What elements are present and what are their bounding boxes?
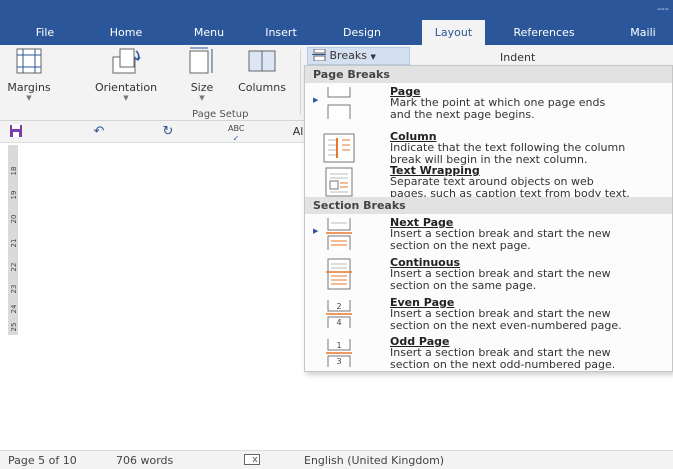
word-count[interactable]: 706 words xyxy=(116,454,173,467)
columns-button[interactable]: Columns xyxy=(232,47,292,94)
menu-item-description: Insert a section break and start the new… xyxy=(390,267,611,292)
ruler-number: 23 xyxy=(10,284,18,294)
language-indicator[interactable]: English (United Kingdom) xyxy=(304,454,444,467)
page-break-icon xyxy=(327,87,351,119)
orientation-chevron-icon: ▼ xyxy=(123,94,129,102)
section-breaks-header: Section Breaks xyxy=(305,197,672,214)
svg-text:1: 1 xyxy=(336,341,341,350)
next-page-marker-icon: ▶ xyxy=(313,227,319,235)
group-divider xyxy=(300,49,301,115)
margins-icon xyxy=(16,48,42,74)
svg-text:4: 4 xyxy=(336,318,341,327)
vertical-ruler: 18 19 20 21 22 23 24 25 xyxy=(0,143,24,443)
margins-label: Margins xyxy=(7,81,51,94)
menu-item-description: Insert a section break and start the new… xyxy=(390,346,616,371)
ruler-number: 20 xyxy=(10,214,18,224)
odd-page-break-icon: 1 3 xyxy=(326,339,352,367)
ribbon-tab-bar: File Home Menu Insert Design Layout Refe… xyxy=(0,20,673,45)
margins-chevron-icon: ▼ xyxy=(26,94,32,102)
columns-icon xyxy=(248,50,276,72)
tab-insert[interactable]: Insert xyxy=(254,20,308,45)
ruler-number: 21 xyxy=(10,238,18,248)
status-bar: Page 5 of 10 706 words English (United K… xyxy=(0,450,673,469)
svg-text:2: 2 xyxy=(336,302,341,311)
tab-layout[interactable]: Layout xyxy=(422,20,485,45)
tab-mailings[interactable]: Maili xyxy=(613,20,673,45)
next-page-break-icon xyxy=(326,218,352,250)
margins-button[interactable]: Margins ▼ xyxy=(6,47,52,102)
menu-item-next-page-break[interactable]: ▶ Next Page Insert a section break and s… xyxy=(305,215,672,260)
menu-item-page-break[interactable]: ▶ Page Mark the point at which one page … xyxy=(305,84,672,129)
size-chevron-icon: ▼ xyxy=(199,94,205,102)
menu-item-continuous-break[interactable]: Continuous Insert a section break and st… xyxy=(305,255,672,300)
orientation-button[interactable]: Orientation ▼ xyxy=(88,47,164,102)
spelling-icon[interactable]: ABC ✓ xyxy=(228,124,244,143)
ruler-number: 25 xyxy=(10,322,18,332)
indent-label: Indent xyxy=(500,51,536,64)
tab-design[interactable]: Design xyxy=(332,20,392,45)
columns-label: Columns xyxy=(238,81,286,94)
breaks-dropdown-menu: Page Breaks ▶ Page Mark the point at whi… xyxy=(304,65,673,372)
proofing-icon[interactable] xyxy=(244,454,260,468)
menu-item-description: Mark the point at which one page ends and… xyxy=(390,96,606,121)
breaks-label: Breaks xyxy=(329,49,367,62)
breaks-icon xyxy=(312,48,326,62)
size-button[interactable]: Size ▼ xyxy=(179,47,225,102)
page-setup-group-label: Page Setup xyxy=(192,109,249,120)
ruler-number: 19 xyxy=(10,190,18,200)
undo-icon[interactable]: ↶ xyxy=(91,124,107,140)
page-break-marker-icon: ▶ xyxy=(313,96,319,104)
even-page-break-icon: 2 4 xyxy=(326,300,352,328)
breaks-chevron-icon: ▼ xyxy=(370,53,376,61)
page-count[interactable]: Page 5 of 10 xyxy=(8,454,77,467)
orientation-label: Orientation xyxy=(94,81,158,94)
ruler-number: 18 xyxy=(10,166,18,176)
orientation-icon xyxy=(112,48,141,74)
text-wrapping-break-icon xyxy=(325,167,353,197)
breaks-button[interactable]: Breaks ▼ xyxy=(307,47,410,65)
size-label: Size xyxy=(190,81,214,94)
svg-text:3: 3 xyxy=(336,357,341,366)
tab-menu[interactable]: Menu xyxy=(183,20,235,45)
menu-item-description: Insert a section break and start the new… xyxy=(390,227,611,252)
menu-item-odd-page-break[interactable]: 1 3 Odd Page Insert a section break and … xyxy=(305,334,672,371)
ruler-number: 24 xyxy=(10,304,18,314)
size-icon xyxy=(189,47,213,74)
redo-icon[interactable]: ↻ xyxy=(160,124,176,140)
title-corner-dots: --- xyxy=(657,2,669,15)
menu-item-description: Insert a section break and start the new… xyxy=(390,307,622,332)
tab-file[interactable]: File xyxy=(28,20,62,45)
column-break-icon xyxy=(323,133,355,163)
save-icon[interactable] xyxy=(8,124,24,140)
page-breaks-header: Page Breaks xyxy=(305,66,672,83)
continuous-break-icon xyxy=(326,258,352,290)
ruler-number: 22 xyxy=(10,262,18,272)
tab-home[interactable]: Home xyxy=(98,20,154,45)
tab-references[interactable]: References xyxy=(501,20,587,45)
title-bar: --- xyxy=(0,0,673,20)
